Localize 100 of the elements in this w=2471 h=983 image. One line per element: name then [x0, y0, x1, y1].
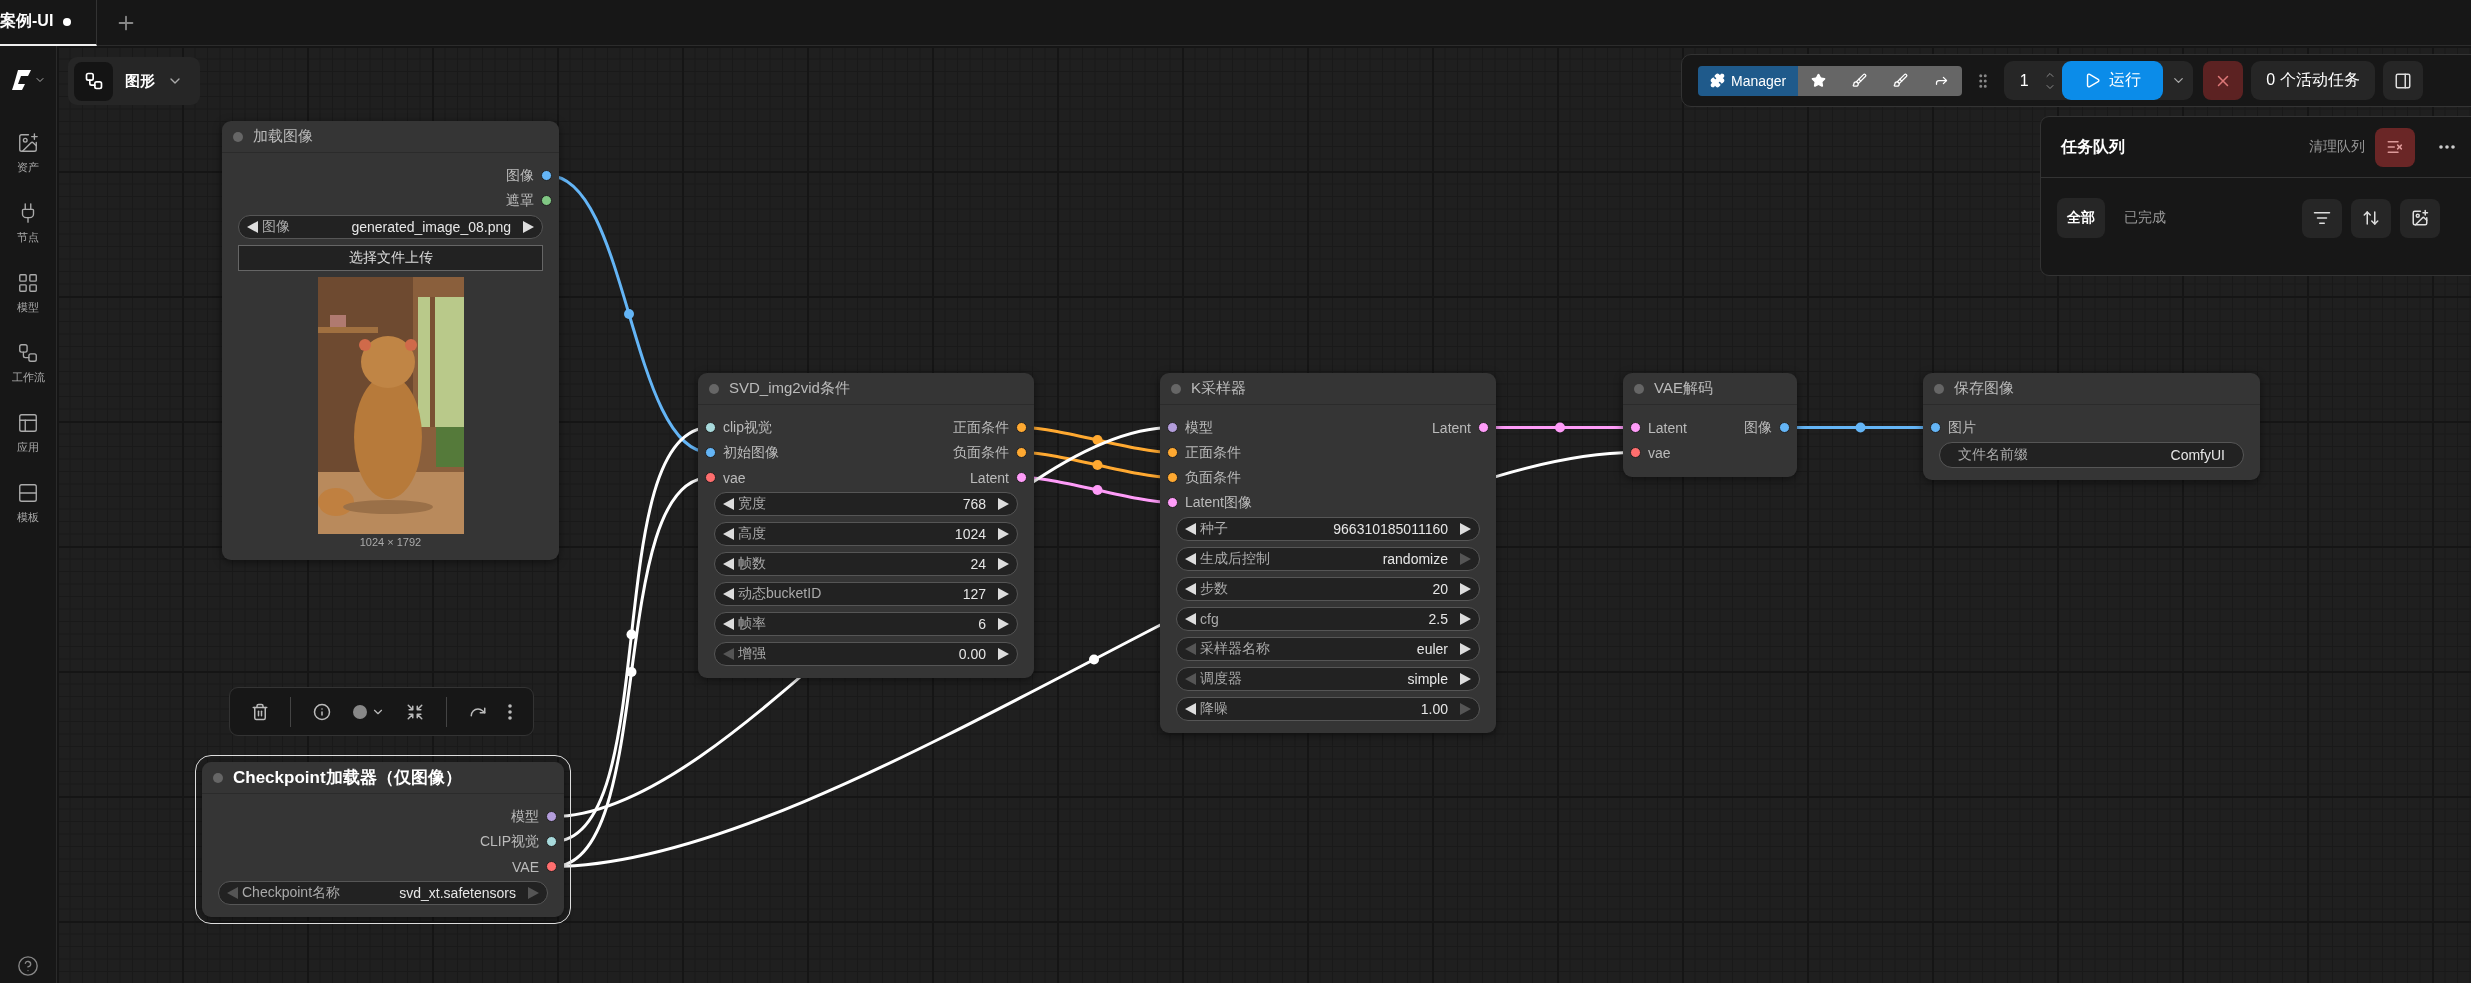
manager-button[interactable]: Manager: [1698, 65, 1799, 96]
right-triangle-icon[interactable]: [998, 588, 1009, 600]
right-triangle-icon[interactable]: [1460, 673, 1471, 685]
node-card[interactable]: K采样器 模型 Latent 正面条件 负面条件 Latent图像 种子 966310185011160 生成后控制 randomize 步数 20 cfg 2.5 采样器名称 euler 调度器 simple 降噪 1.00: [1160, 373, 1496, 733]
logo-menu-button[interactable]: [10, 68, 46, 92]
left-triangle-icon[interactable]: [723, 558, 734, 570]
more-button[interactable]: [2439, 145, 2455, 149]
image-view-button[interactable]: [2400, 198, 2440, 238]
delete-button[interactable]: [250, 702, 269, 721]
sidebar-item[interactable]: 应用: [0, 412, 57, 482]
input-slot-dot[interactable]: [1930, 422, 1941, 433]
sidebar-item[interactable]: 模板: [0, 482, 57, 552]
clear-queue-button[interactable]: [2375, 127, 2415, 167]
output-slot-dot[interactable]: [541, 170, 552, 181]
share-button[interactable]: [1921, 65, 1963, 96]
left-triangle-icon[interactable]: [723, 528, 734, 540]
sort-button[interactable]: [2351, 198, 2391, 238]
input-slot-dot[interactable]: [705, 472, 716, 483]
view-switch-button[interactable]: 图形: [68, 57, 200, 105]
panel-toggle-button[interactable]: [2382, 61, 2423, 100]
node-card[interactable]: 保存图像 图片 文件名前缀 ComfyUI: [1923, 373, 2260, 480]
right-triangle-icon[interactable]: [998, 528, 1009, 540]
number-field[interactable]: 降噪 1.00: [1176, 697, 1480, 721]
run-button[interactable]: 运行: [2062, 61, 2164, 100]
field-value: 1024: [954, 526, 986, 542]
right-triangle-icon[interactable]: [998, 498, 1009, 510]
right-triangle-icon[interactable]: [998, 618, 1009, 630]
input-slot-dot[interactable]: [705, 447, 716, 458]
output-slot-dot[interactable]: [546, 811, 557, 822]
number-field[interactable]: 种子 966310185011160: [1176, 517, 1480, 541]
left-triangle-icon[interactable]: [1185, 523, 1196, 535]
sidebar-item[interactable]: 资产: [0, 132, 57, 202]
output-slot-dot[interactable]: [1016, 447, 1027, 458]
star-button[interactable]: [1798, 65, 1840, 96]
input-slot-dot[interactable]: [1167, 497, 1178, 508]
node-card[interactable]: 加载图像 图像 遮罩 图像 generated_image_08.png 选择文件上传 1024 × 1792: [222, 121, 559, 560]
number-field[interactable]: cfg 2.5: [1176, 607, 1480, 631]
left-triangle-icon[interactable]: [247, 221, 258, 233]
filter-tab[interactable]: 全部: [2057, 198, 2105, 238]
help-button[interactable]: [17, 955, 39, 977]
collapse-button[interactable]: [406, 702, 425, 721]
output-slot-dot[interactable]: [546, 836, 557, 847]
number-field[interactable]: 帧数 24: [714, 552, 1018, 576]
input-slot-dot[interactable]: [1167, 447, 1178, 458]
number-field[interactable]: 动态bucketID 127: [714, 582, 1018, 606]
color-picker-button[interactable]: [352, 704, 385, 719]
left-triangle-icon[interactable]: [723, 618, 734, 630]
combo-field[interactable]: 图像 generated_image_08.png: [238, 215, 543, 239]
text-field[interactable]: 文件名前缀 ComfyUI: [1939, 442, 2244, 468]
left-triangle-icon[interactable]: [1185, 703, 1196, 715]
filter-button[interactable]: [2302, 198, 2342, 238]
upload-button[interactable]: 选择文件上传: [238, 245, 543, 271]
input-slot-dot[interactable]: [1167, 422, 1178, 433]
sidebar-item[interactable]: 工作流: [0, 342, 57, 412]
active-tasks-button[interactable]: 0 个活动任务: [2251, 61, 2375, 100]
number-field[interactable]: 增强 0.00: [714, 642, 1018, 666]
number-field[interactable]: 帧率 6: [714, 612, 1018, 636]
output-slot-dot[interactable]: [541, 195, 552, 206]
right-triangle-icon[interactable]: [1460, 583, 1471, 595]
number-field[interactable]: 高度 1024: [714, 522, 1018, 546]
left-triangle-icon[interactable]: [723, 498, 734, 510]
node-title: 保存图像: [1954, 379, 2014, 398]
field-label: cfg: [1200, 611, 1219, 627]
left-triangle-icon[interactable]: [1185, 613, 1196, 625]
info-button[interactable]: [313, 702, 332, 721]
right-triangle-icon[interactable]: [998, 648, 1009, 660]
right-triangle-icon[interactable]: [523, 221, 534, 233]
number-field[interactable]: 宽度 768: [714, 492, 1018, 516]
right-triangle-icon[interactable]: [1460, 523, 1471, 535]
input-slot-dot[interactable]: [1630, 422, 1641, 433]
node-card[interactable]: VAE解码 Latent 图像 vae: [1623, 373, 1797, 477]
combo-field[interactable]: 生成后控制 randomize: [1176, 547, 1480, 571]
sidebar-item[interactable]: 模型: [0, 272, 57, 342]
left-triangle-icon[interactable]: [723, 588, 734, 600]
node-card[interactable]: SVD_img2vid条件 clip视觉 正面条件 初始图像 负面条件 vae Latent 宽度 768 高度 1024 帧数 24 动态bucketID 127 帧率 6 增强 0.00: [698, 373, 1034, 678]
number-field[interactable]: 步数 20: [1176, 577, 1480, 601]
right-triangle-icon[interactable]: [1460, 643, 1471, 655]
right-triangle-icon[interactable]: [998, 558, 1009, 570]
field-label: 增强: [738, 645, 766, 663]
output-slot-dot[interactable]: [1016, 422, 1027, 433]
more-button[interactable]: [508, 703, 513, 720]
input-slot-dot[interactable]: [705, 422, 716, 433]
combo-field[interactable]: 采样器名称 euler: [1176, 637, 1480, 661]
node-card[interactable]: Checkpoint加载器（仅图像） 模型 CLIP视觉 VAE Checkpoint名称 svd_xt.safetensors: [202, 762, 564, 917]
combo-field[interactable]: 调度器 simple: [1176, 667, 1480, 691]
output-slot-dot[interactable]: [1016, 472, 1027, 483]
left-triangle-icon[interactable]: [1185, 583, 1196, 595]
node-canvas[interactable]: [57, 46, 2471, 983]
output-slot-dot[interactable]: [1478, 422, 1489, 433]
slot-label: VAE: [512, 858, 539, 875]
output-slot-dot[interactable]: [1779, 422, 1790, 433]
input-slot-dot[interactable]: [1167, 472, 1178, 483]
cancel-button[interactable]: [2203, 61, 2244, 100]
filter-tab[interactable]: 已完成: [2114, 198, 2176, 238]
right-triangle-icon[interactable]: [1460, 613, 1471, 625]
left-triangle-icon[interactable]: [1185, 553, 1196, 565]
sidebar-item[interactable]: 节点: [0, 202, 57, 272]
input-slot-dot[interactable]: [1630, 447, 1641, 458]
output-slot-dot[interactable]: [546, 861, 557, 872]
batch-count-field[interactable]: 1: [2004, 71, 2045, 90]
